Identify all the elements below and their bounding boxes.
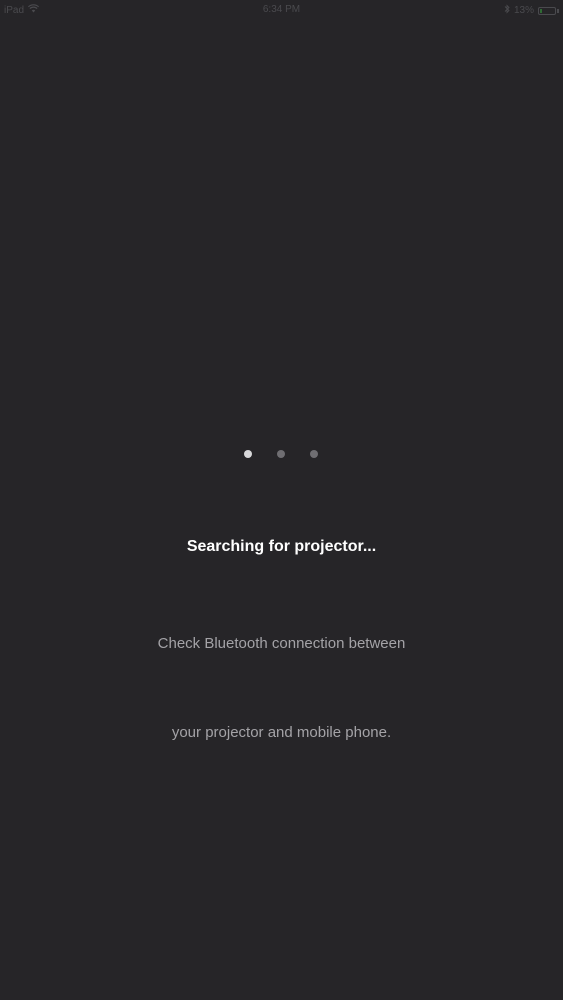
bluetooth-icon	[504, 4, 510, 17]
page-dot	[244, 450, 252, 458]
battery-nub	[557, 8, 559, 13]
message-line-1: Check Bluetooth connection between	[157, 635, 406, 652]
status-right: 13%	[504, 4, 559, 17]
status-bar: iPad 6:34 PM 13%	[0, 0, 563, 20]
battery-icon	[538, 6, 556, 15]
searching-title: Searching for projector...	[186, 538, 377, 555]
message-line-2: your projector and mobile phone.	[171, 724, 392, 741]
page-dot	[310, 450, 318, 458]
page-dot	[277, 450, 285, 458]
battery-percent: 13%	[513, 5, 534, 16]
status-time: 6:34 PM	[262, 4, 301, 15]
page-indicator	[0, 450, 563, 460]
battery-level-fill	[540, 8, 542, 13]
